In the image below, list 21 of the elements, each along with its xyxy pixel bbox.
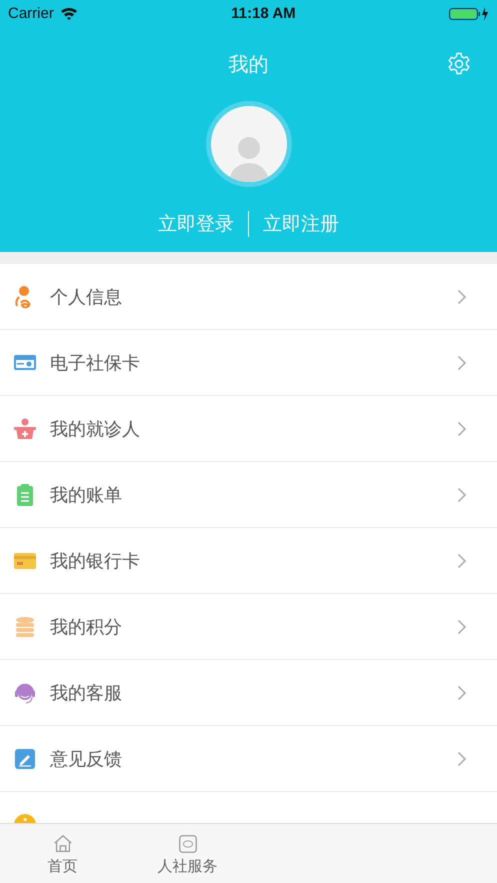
- tab[interactable]: 人社服务: [125, 824, 250, 883]
- chevron-icon: [457, 684, 467, 700]
- carrier-label: Carrier: [8, 5, 54, 22]
- chevron-icon: [457, 552, 467, 568]
- badge-icon: [176, 832, 198, 854]
- wifi-icon: [60, 7, 78, 20]
- chevron-icon: [457, 420, 467, 436]
- settings-icon[interactable]: [447, 52, 471, 76]
- home-icon: [52, 832, 74, 854]
- page-title: 我的: [228, 50, 268, 78]
- coins-icon: [13, 614, 37, 638]
- chevron-icon: [457, 354, 467, 370]
- pencil-icon: [13, 746, 37, 770]
- chevron-icon: [457, 750, 467, 766]
- chevron-icon: [457, 618, 467, 634]
- tab[interactable]: 首页: [0, 824, 125, 883]
- battery-icon: [448, 6, 489, 22]
- patient-icon: [13, 416, 37, 440]
- chevron-icon: [457, 288, 467, 304]
- status-time: 11:18 AM: [231, 5, 296, 22]
- chevron-icon: [457, 486, 467, 502]
